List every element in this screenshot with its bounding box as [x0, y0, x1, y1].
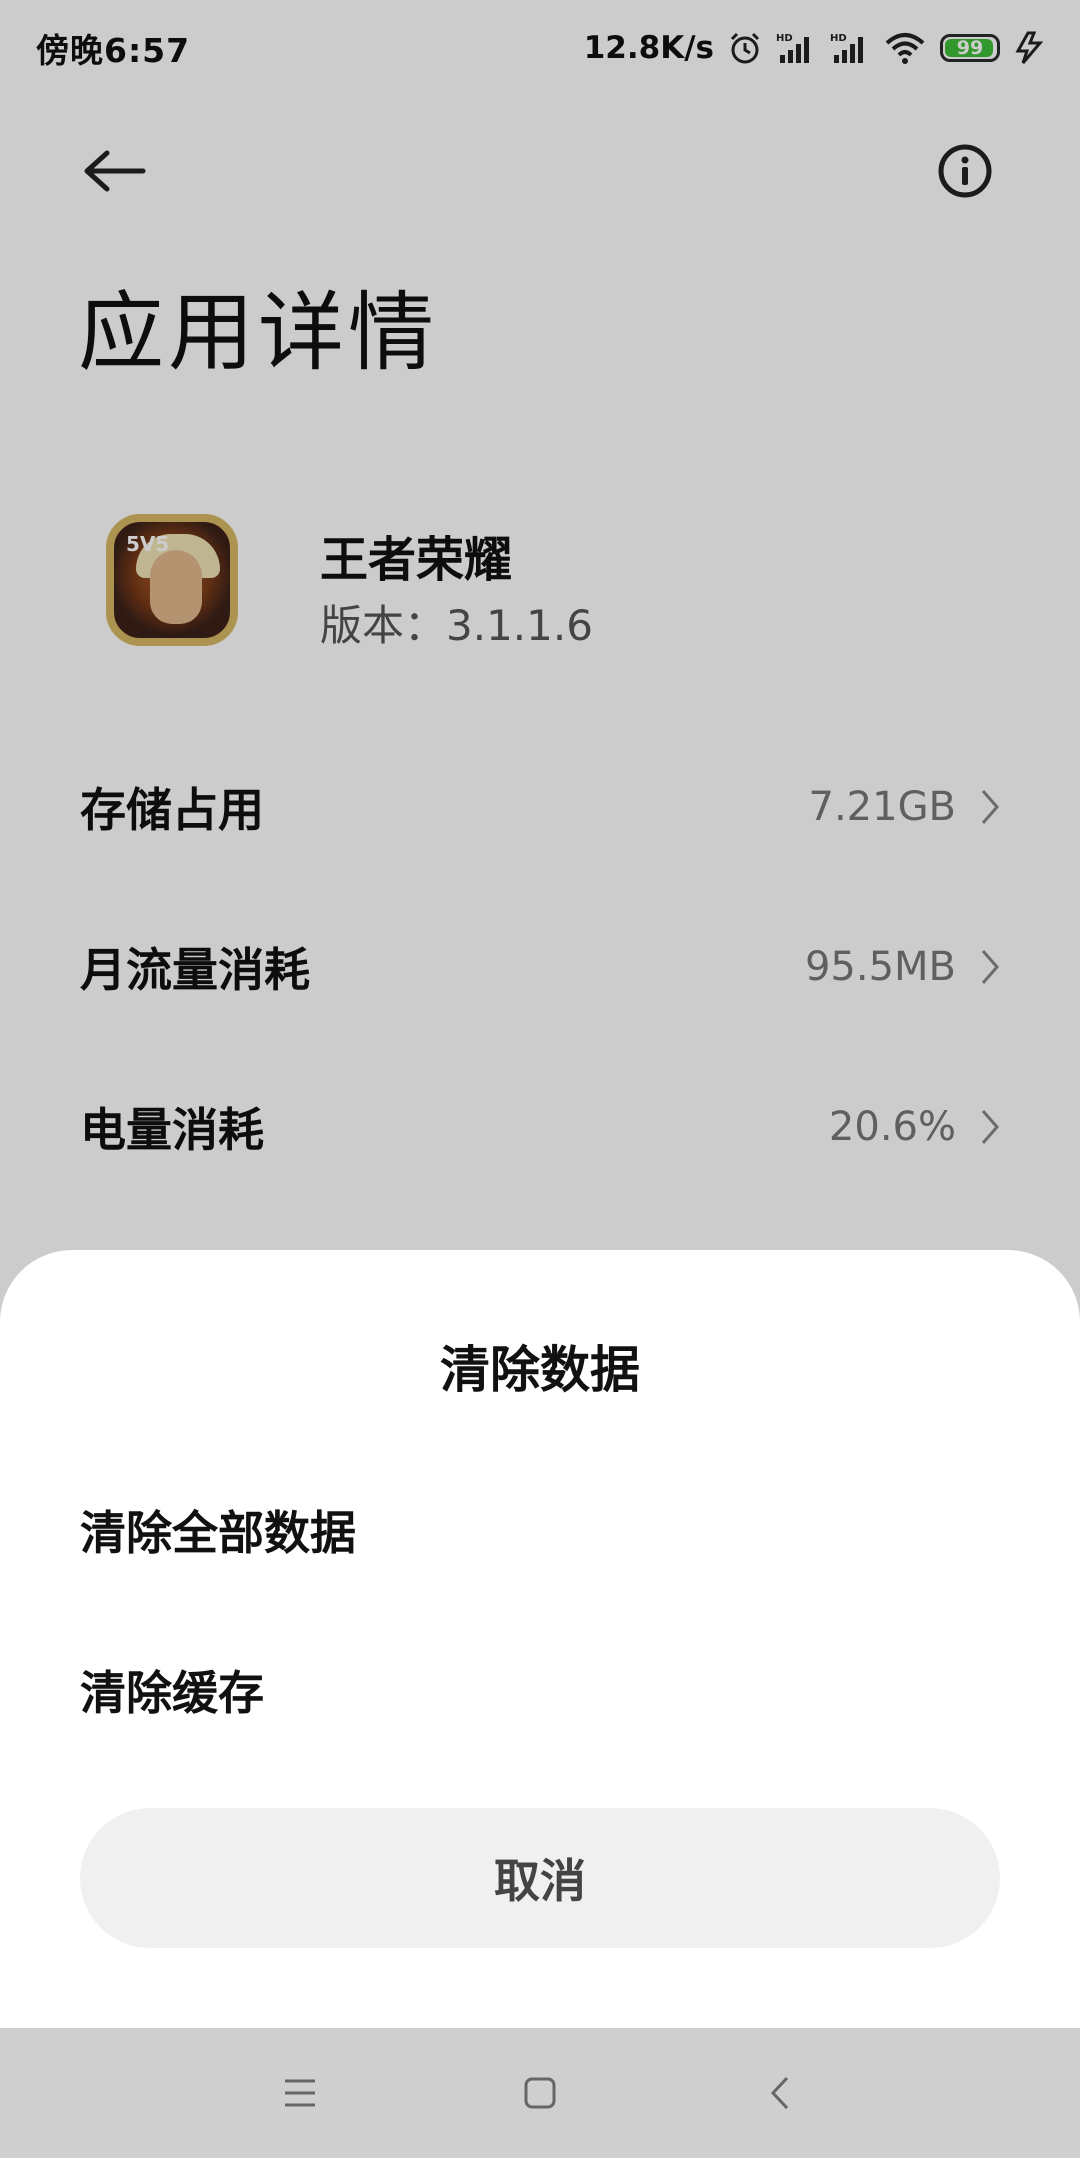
menu-icon [285, 2079, 315, 2107]
nav-back-button[interactable] [750, 2063, 810, 2123]
clear-data-sheet: 清除数据 清除全部数据 清除缓存 取消 [0, 1250, 1080, 2030]
system-nav-bar [0, 2028, 1080, 2158]
recents-button[interactable] [270, 2063, 330, 2123]
screen: 傍晚6:57 12.8K/s HD HD 99 应用详情 5V5 王者荣耀 版本… [0, 0, 1080, 2158]
sheet-title: 清除数据 [440, 1341, 640, 1399]
clear-cache-option[interactable]: 清除缓存 [80, 1635, 1000, 1745]
back-icon [770, 2076, 789, 2110]
home-button[interactable] [510, 2063, 570, 2123]
home-icon [524, 2077, 556, 2109]
clear-all-data-option[interactable]: 清除全部数据 [80, 1475, 1000, 1585]
cancel-button[interactable]: 取消 [80, 1808, 1000, 1948]
